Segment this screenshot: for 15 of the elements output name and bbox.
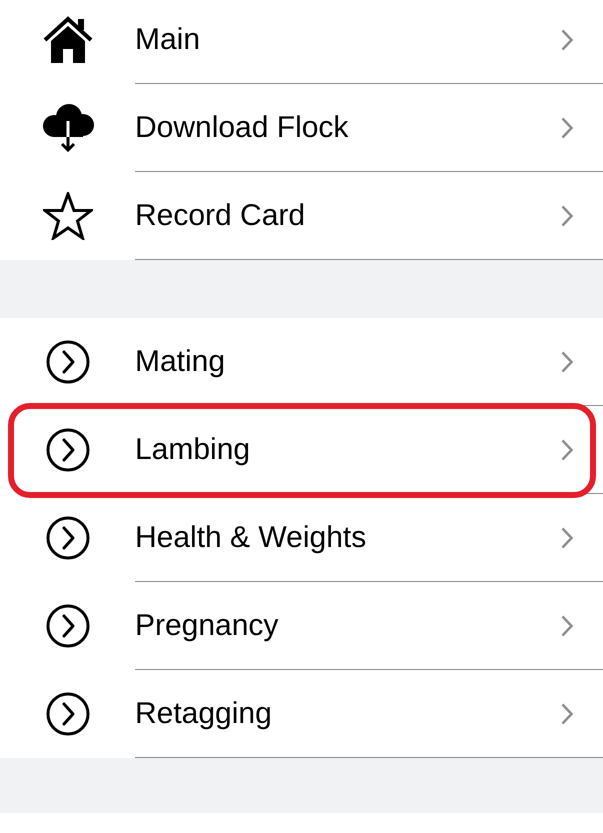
house-icon <box>42 16 94 64</box>
circle-chevron-right-icon <box>46 692 90 736</box>
chevron-right-icon <box>561 702 573 724</box>
chevron-right-icon <box>561 28 573 50</box>
chevron-right-icon <box>561 116 573 138</box>
circle-chevron-right-icon <box>46 516 90 560</box>
chevron-right-icon <box>561 350 573 372</box>
chevron-right-icon <box>561 614 573 636</box>
circle-chevron-right-icon <box>46 340 90 384</box>
chevron-right-icon <box>561 438 573 460</box>
circle-chevron-right-icon <box>46 428 90 472</box>
circle-chevron-right-icon <box>46 604 90 648</box>
chevron-right-icon <box>561 526 573 548</box>
star-icon <box>42 192 92 240</box>
chevron-right-icon <box>561 204 573 226</box>
